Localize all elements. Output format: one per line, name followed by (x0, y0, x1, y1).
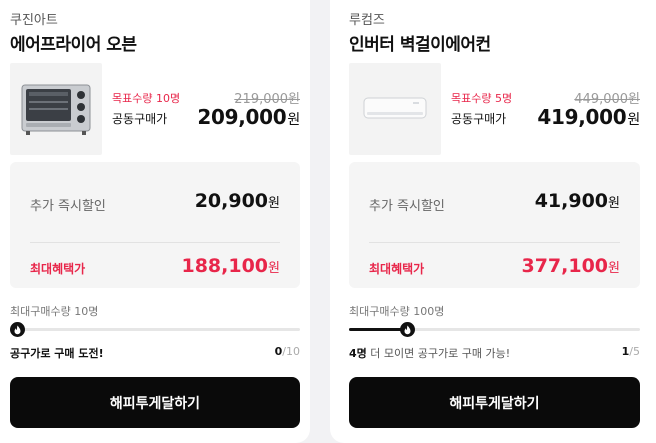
currency-unit: 원 (268, 261, 280, 276)
group-price-value: 209,000 (197, 105, 287, 129)
brand-name: 루컴즈 (349, 13, 385, 28)
product-title[interactable]: 인버터 벽걸이에어컨 (349, 30, 491, 55)
progress-knob (10, 322, 25, 337)
max-purchase-quantity: 최대구매수량 10명 (10, 305, 99, 318)
join-group-buy-button[interactable]: 해피투게달하기 (10, 377, 300, 428)
wall-air-conditioner-icon (363, 97, 427, 119)
group-price: 419,000원 (537, 105, 640, 129)
product-summary: 목표수량 10명 공동구매가 219,000원 209,000원 (10, 63, 300, 155)
product-image[interactable] (10, 63, 102, 155)
extra-discount-amount: 20,900 (194, 190, 269, 212)
progress-knob (400, 322, 416, 337)
currency-unit: 원 (627, 112, 640, 128)
status-text: 더 모이면 공구가로 구매 가능! (366, 347, 511, 360)
count-total: /10 (282, 345, 300, 358)
currency-unit: 원 (608, 196, 620, 211)
air-fryer-oven-icon (21, 84, 91, 135)
join-group-buy-button[interactable]: 해피투게달하기 (349, 377, 640, 428)
product-card[interactable]: 루컴즈 인버터 벽걸이에어컨 목표수량 5명 공동구매가 449,000원 41… (330, 0, 656, 443)
progress-bar (349, 322, 640, 337)
target-quantity: 목표수량 10명 (112, 92, 181, 105)
group-price-label: 공동구매가 (451, 112, 507, 126)
extra-discount-label: 추가 즉시할인 (30, 199, 106, 214)
extra-discount-value: 20,900원 (195, 190, 280, 212)
group-buy-status: 공구가로 구매 도전! (10, 345, 104, 361)
flame-icon (404, 325, 411, 334)
extra-discount-value: 41,900원 (535, 190, 620, 212)
participant-count: 1/5 (622, 345, 640, 358)
extra-discount-amount: 41,900 (534, 190, 609, 212)
group-price-label: 공동구매가 (112, 112, 168, 126)
brand-name: 쿠진아트 (10, 13, 58, 28)
target-quantity: 목표수량 5명 (451, 92, 513, 105)
status-strong: 4명 (349, 347, 367, 360)
divider (369, 242, 620, 243)
currency-unit: 원 (287, 112, 300, 128)
currency-unit: 원 (608, 261, 620, 276)
group-buy-status: 4명 더 모이면 공구가로 구매 가능! (349, 345, 510, 361)
group-price: 209,000원 (197, 105, 300, 129)
count-total: /5 (629, 345, 640, 358)
max-purchase-quantity: 최대구매수량 100명 (349, 305, 445, 318)
flame-icon (14, 325, 21, 334)
extra-discount-label: 추가 즉시할인 (369, 199, 445, 214)
product-title[interactable]: 에어프라이어 오븐 (10, 30, 137, 55)
product-summary: 목표수량 5명 공동구매가 449,000원 419,000원 (349, 63, 640, 155)
currency-unit: 원 (268, 196, 280, 211)
max-benefit-amount: 377,100 (521, 255, 609, 277)
max-benefit-value: 377,100원 (521, 255, 620, 277)
max-benefit-amount: 188,100 (181, 255, 269, 277)
progress-fill (349, 328, 408, 331)
participant-count: 0/10 (275, 345, 300, 358)
product-image[interactable] (349, 63, 441, 155)
group-price-value: 419,000 (537, 105, 627, 129)
max-benefit-label: 최대혜택가 (30, 262, 86, 276)
status-text: 공구가로 구매 도전! (10, 347, 104, 360)
divider (30, 242, 280, 243)
product-card[interactable]: 쿠진아트 에어프라이어 오븐 목표수량 10명 공동구매가 219,000원 2… (0, 0, 310, 443)
max-benefit-value: 188,100원 (181, 255, 280, 277)
progress-bar (10, 322, 300, 337)
benefit-panel: 추가 즉시할인 41,900원 최대혜택가 377,100원 (349, 162, 640, 288)
benefit-panel: 추가 즉시할인 20,900원 최대혜택가 188,100원 (10, 162, 300, 288)
max-benefit-label: 최대혜택가 (369, 262, 425, 276)
